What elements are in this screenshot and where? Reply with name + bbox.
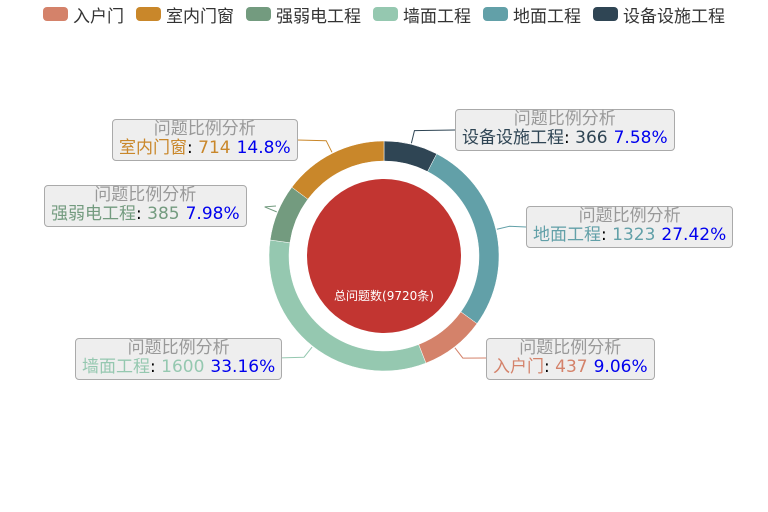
callout-name: 室内门窗 bbox=[119, 138, 187, 158]
callout-indoor-doors-windows: 问题比例分析 室内门窗: 714 14.8% bbox=[112, 119, 298, 161]
callout-percent: 27.42% bbox=[661, 225, 727, 245]
callout-name: 地面工程 bbox=[533, 225, 601, 245]
center-pie-total[interactable] bbox=[307, 179, 461, 333]
callout-value: 1600 bbox=[161, 357, 205, 377]
callout-name: 墙面工程 bbox=[82, 357, 150, 377]
callout-title: 问题比例分析 bbox=[513, 109, 616, 129]
callout-title: 问题比例分析 bbox=[127, 338, 230, 358]
callout-name: 强弱电工程 bbox=[51, 204, 136, 224]
callout-percent: 7.58% bbox=[613, 128, 668, 148]
callout-floor: 问题比例分析 地面工程: 1323 27.42% bbox=[526, 206, 734, 248]
donut-chart bbox=[264, 129, 527, 372]
callout-value: 366 bbox=[575, 128, 608, 148]
callout-equipment: 问题比例分析 设备设施工程: 366 7.58% bbox=[455, 109, 675, 151]
callout-title: 问题比例分析 bbox=[519, 338, 622, 358]
callout-name: 入户门 bbox=[493, 357, 544, 377]
callout-value: 385 bbox=[147, 204, 180, 224]
callout-title: 问题比例分析 bbox=[153, 119, 256, 139]
callout-value: 437 bbox=[555, 357, 588, 377]
leader-line bbox=[496, 225, 527, 230]
leader-line bbox=[264, 205, 277, 213]
leader-line bbox=[454, 347, 487, 359]
callout-name: 设备设施工程 bbox=[462, 128, 564, 148]
center-total-label: 总问题数(9720条) bbox=[334, 289, 434, 303]
donut-slice[interactable] bbox=[269, 186, 309, 244]
callout-title: 问题比例分析 bbox=[578, 206, 681, 226]
callout-percent: 14.8% bbox=[236, 138, 291, 158]
callout-title: 问题比例分析 bbox=[94, 185, 197, 205]
callout-entry-door: 问题比例分析 入户门: 437 9.06% bbox=[486, 338, 655, 380]
callout-electrical: 问题比例分析 强弱电工程: 385 7.98% bbox=[44, 185, 247, 227]
callout-value: 714 bbox=[198, 138, 231, 158]
callout-percent: 9.06% bbox=[593, 357, 648, 377]
callout-percent: 7.98% bbox=[185, 204, 240, 224]
callout-percent: 33.16% bbox=[210, 357, 276, 377]
callout-value: 1323 bbox=[612, 225, 656, 245]
donut-slice[interactable] bbox=[383, 140, 438, 172]
leader-line bbox=[410, 129, 456, 144]
callout-wall: 问题比例分析 墙面工程: 1600 33.16% bbox=[75, 338, 283, 380]
leader-line bbox=[296, 139, 333, 153]
